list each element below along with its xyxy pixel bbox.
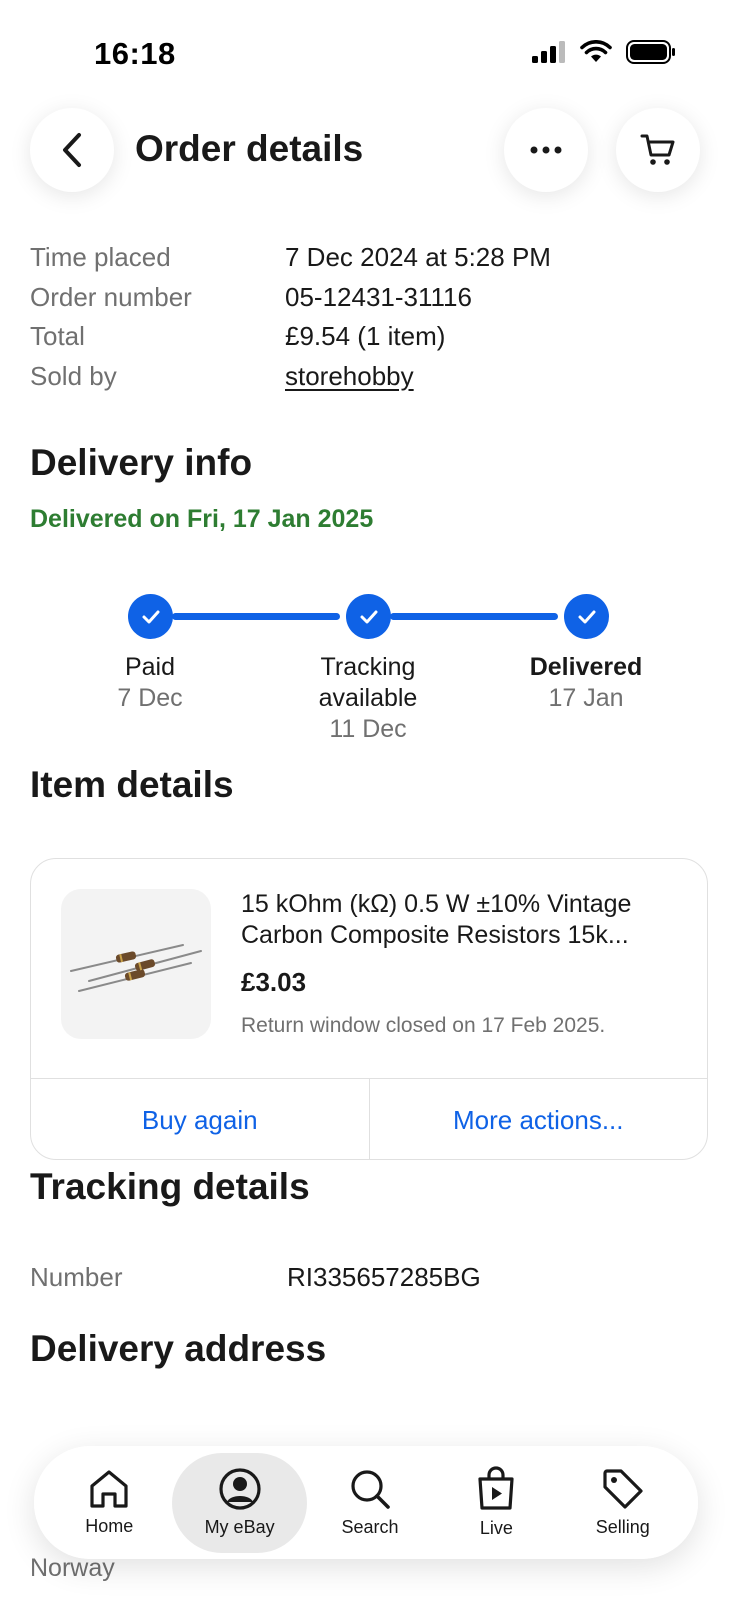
tracking-number-value[interactable]: RI335657285BG xyxy=(287,1262,481,1293)
step-paid-date: 7 Dec xyxy=(117,684,183,712)
cart-button[interactable] xyxy=(616,108,700,192)
sold-by-row: Sold by storehobby xyxy=(30,357,710,397)
nav-live-label: Live xyxy=(479,1518,513,1538)
chevron-left-icon xyxy=(63,133,81,167)
time-placed-value: 7 Dec 2024 at 5:28 PM xyxy=(285,242,551,273)
user-icon xyxy=(218,1468,261,1510)
item-details-heading: Item details xyxy=(30,764,234,805)
live-icon xyxy=(478,1466,514,1510)
step-delivered-date: 17 Jan xyxy=(548,684,624,712)
nav-live[interactable]: Live xyxy=(433,1453,559,1553)
time-placed-row: Time placed 7 Dec 2024 at 5:28 PM xyxy=(30,238,710,278)
check-icon xyxy=(142,610,159,623)
nav-selling-label: Selling xyxy=(595,1517,650,1537)
item-price: £3.03 xyxy=(241,967,307,997)
order-number-label: Order number xyxy=(30,281,192,312)
more-icon xyxy=(530,146,562,154)
nav-search-label: Search xyxy=(341,1517,399,1537)
step-paid-label: Paid xyxy=(124,653,176,681)
delivery-status: Delivered on Fri, 17 Jan 2025 xyxy=(30,505,374,533)
step-tracking: Tracking available 11 Dec xyxy=(278,652,458,745)
header: Order details xyxy=(0,108,738,192)
order-number-row: Order number 05-12431-31116 xyxy=(30,278,710,318)
order-summary: Time placed 7 Dec 2024 at 5:28 PM Order … xyxy=(30,238,710,396)
nav-home-label: Home xyxy=(85,1516,134,1536)
check-icon xyxy=(360,610,377,623)
nav-my-ebay[interactable]: My eBay xyxy=(172,1452,307,1553)
nav-search[interactable]: Search xyxy=(307,1453,433,1553)
step-tracking-check xyxy=(346,594,391,639)
nav-home[interactable]: Home xyxy=(46,1453,172,1553)
sold-by-label: Sold by xyxy=(30,360,117,391)
delivery-progress-tracker: Paid 7 Dec Tracking available 11 Dec Del… xyxy=(0,592,738,752)
signal-icon xyxy=(532,41,565,63)
step-delivered-label: Delivered xyxy=(529,653,643,681)
time-placed-label: Time placed xyxy=(30,242,171,273)
more-actions-button[interactable]: More actions... xyxy=(368,1079,708,1159)
more-options-button[interactable] xyxy=(504,108,588,192)
tag-icon xyxy=(603,1469,643,1509)
total-value: £9.54 (1 item) xyxy=(285,321,446,352)
page-title: Order details xyxy=(135,128,364,169)
tracking-number-label: Number xyxy=(30,1262,123,1292)
status-icons xyxy=(532,40,676,64)
resistor-image xyxy=(70,944,202,992)
check-icon xyxy=(578,610,595,623)
home-icon xyxy=(90,1470,128,1508)
progress-line-2 xyxy=(390,613,558,620)
wifi-icon xyxy=(580,40,612,62)
step-paid: Paid 7 Dec xyxy=(60,652,240,714)
status-time: 16:18 xyxy=(94,36,176,71)
step-tracking-date: 11 Dec xyxy=(329,715,407,743)
tracking-details-heading: Tracking details xyxy=(30,1166,310,1207)
step-paid-check xyxy=(128,594,173,639)
search-icon xyxy=(351,1470,390,1509)
order-number-value: 05-12431-31116 xyxy=(285,281,472,312)
item-title[interactable]: 15 kOhm (kΩ) 0.5 W ±10% Vintage Carbon C… xyxy=(241,889,681,951)
step-tracking-label: Tracking available xyxy=(318,653,418,712)
total-label: Total xyxy=(30,321,85,352)
step-delivered-check xyxy=(564,594,609,639)
delivery-address-heading: Delivery address xyxy=(30,1328,327,1369)
return-window-note: Return window closed on 17 Feb 2025. xyxy=(241,1014,606,1037)
total-row: Total £9.54 (1 item) xyxy=(30,317,710,357)
nav-my-ebay-label: My eBay xyxy=(204,1517,275,1537)
nav-selling[interactable]: Selling xyxy=(560,1453,686,1553)
item-image[interactable] xyxy=(61,889,211,1039)
cart-icon xyxy=(640,134,675,165)
delivery-info-heading: Delivery info xyxy=(30,442,253,483)
bottom-nav: Home My eBay Search Live Selling xyxy=(34,1446,698,1559)
step-delivered: Delivered 17 Jan xyxy=(496,652,676,714)
progress-line-1 xyxy=(172,613,340,620)
battery-icon xyxy=(626,40,675,64)
status-bar: 16:18 xyxy=(0,0,738,100)
back-button[interactable] xyxy=(30,108,114,192)
seller-link[interactable]: storehobby xyxy=(285,361,414,392)
tracking-number-row: Number RI335657285BG xyxy=(30,1262,481,1293)
buy-again-button[interactable]: Buy again xyxy=(31,1079,369,1159)
item-actions: Buy again More actions... xyxy=(31,1078,708,1159)
item-card: 15 kOhm (kΩ) 0.5 W ±10% Vintage Carbon C… xyxy=(30,858,708,1160)
